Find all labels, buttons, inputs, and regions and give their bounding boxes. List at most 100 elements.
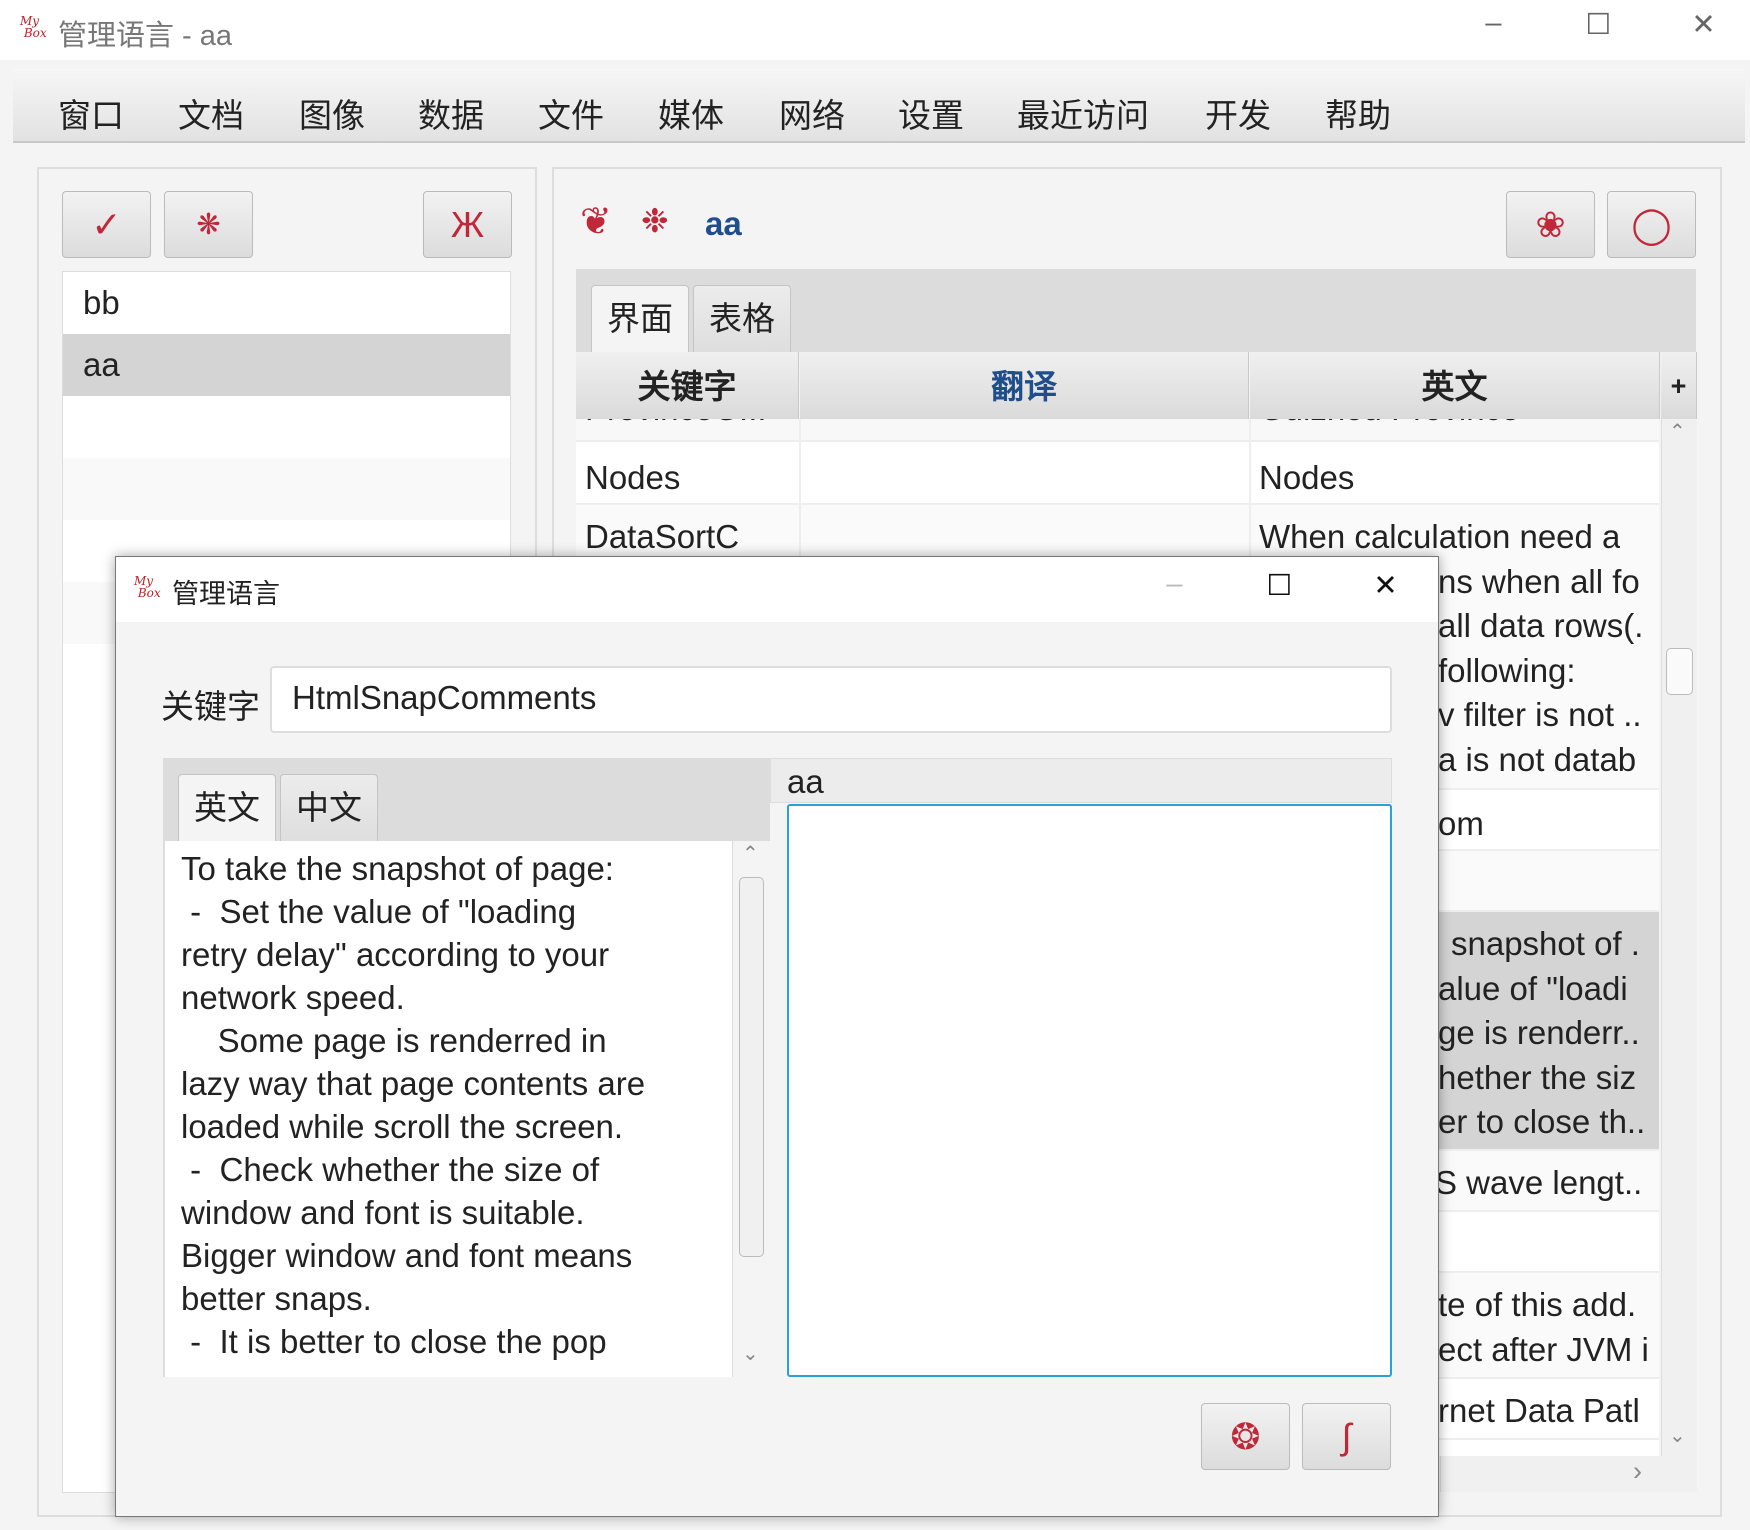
tab-interface[interactable]: 界面 xyxy=(591,285,689,352)
phoenix-icon: ❦ xyxy=(580,201,612,243)
dialog-title: 管理语言 xyxy=(172,579,280,609)
cell-english: v filter is not .. xyxy=(1438,696,1642,733)
pattern-button[interactable]: ❋ xyxy=(164,191,253,258)
cell-english: om xyxy=(1438,805,1484,842)
translation-header: aa xyxy=(770,758,1392,803)
cell-english: te of this add. xyxy=(1438,1286,1637,1323)
scroll-down-icon[interactable]: ⌄ xyxy=(1669,1423,1686,1448)
menu-window[interactable]: 窗口 xyxy=(58,89,124,137)
cell-english: snapshot of . xyxy=(1451,925,1640,962)
cell-english: all data rows(. xyxy=(1438,607,1644,644)
dialog-tab-header: 英文 中文 xyxy=(163,758,770,841)
close-button[interactable]: ✕ xyxy=(1681,7,1726,42)
cell-key: DataSortC xyxy=(585,518,740,555)
cell-english: S wave lengt.. xyxy=(1435,1164,1643,1201)
maximize-button[interactable]: ☐ xyxy=(1576,7,1621,42)
manage-language-dialog: My Box 管理语言 – ☐ ✕ 关键字 HtmlSnapComments 英… xyxy=(115,556,1439,1517)
text-line: lazy way that page contents are xyxy=(181,1065,646,1102)
cell-english: er to close th.. xyxy=(1438,1103,1646,1140)
cell-key: ProvinceG... xyxy=(585,419,767,431)
window-title: 管理语言 - aa xyxy=(58,20,233,52)
dialog-minimize-button[interactable]: – xyxy=(1152,568,1197,601)
spiral-icon: ❂ xyxy=(1230,1415,1261,1457)
dialog-ok-button[interactable]: ❂ xyxy=(1201,1403,1290,1470)
tab-english[interactable]: 英文 xyxy=(178,774,276,841)
cell-key: Nodes xyxy=(585,459,681,496)
scrollbar-thumb[interactable] xyxy=(1666,648,1693,695)
list-item-selected[interactable]: aa xyxy=(63,334,510,396)
flower-button[interactable]: ❀ xyxy=(1506,191,1595,258)
english-text-area[interactable]: To take the snapshot of page: - Set the … xyxy=(163,841,732,1377)
key-label: 关键字 xyxy=(161,688,260,725)
gourd-button[interactable]: ◯ xyxy=(1607,191,1696,258)
gourd-icon: ◯ xyxy=(1631,203,1672,245)
cell-english: ge is renderr.. xyxy=(1438,1014,1640,1051)
scroll-right-icon[interactable]: › xyxy=(1633,1456,1642,1487)
table-row[interactable]: Nodes Nodes xyxy=(576,444,1659,505)
checkmark-icon: ✓ xyxy=(91,203,122,245)
table-row[interactable]: ProvinceG... Guizhou Province xyxy=(576,419,1659,442)
menu-settings[interactable]: 设置 xyxy=(898,89,964,137)
add-column-button[interactable]: + xyxy=(1661,352,1697,419)
scroll-up-icon[interactable]: ⌃ xyxy=(1669,419,1686,444)
text-line: - Check whether the size of xyxy=(181,1151,600,1188)
translation-textarea[interactable] xyxy=(787,804,1392,1377)
list-item xyxy=(63,458,510,520)
column-key[interactable]: 关键字 xyxy=(576,352,799,419)
tab-header: 界面 表格 xyxy=(576,269,1696,352)
menu-bar: 窗口 文档 图像 数据 文件 媒体 网络 设置 最近访问 开发 帮助 xyxy=(13,69,1745,143)
dialog-maximize-button[interactable]: ☐ xyxy=(1257,568,1302,603)
table-horizontal-scrollbar[interactable]: › xyxy=(1440,1456,1697,1492)
translation-label: aa xyxy=(787,763,824,800)
text-line: Some page is renderred in xyxy=(181,1022,607,1059)
cell-english: rnet Data Patl xyxy=(1438,1392,1640,1429)
menu-file[interactable]: 文件 xyxy=(538,89,604,137)
dialog-title-bar: My Box 管理语言 – ☐ ✕ xyxy=(116,557,1438,622)
menu-media[interactable]: 媒体 xyxy=(658,89,724,137)
cell-english: following: xyxy=(1438,652,1576,689)
text-line: window and font is suitable. xyxy=(181,1194,585,1231)
text-line: - Set the value of "loading xyxy=(181,893,577,930)
menu-image[interactable]: 图像 xyxy=(299,89,365,137)
key-input[interactable]: HtmlSnapComments xyxy=(270,666,1392,733)
app-logo: My Box xyxy=(20,14,47,40)
column-translation[interactable]: 翻译 xyxy=(800,352,1249,419)
text-line: Bigger window and font means xyxy=(181,1237,633,1274)
dialog-logo: My Box xyxy=(134,574,161,600)
text-line: retry delay" according to your xyxy=(181,936,610,973)
scrollbar-thumb[interactable] xyxy=(739,877,764,1257)
swirl-icon: Ж xyxy=(450,203,485,245)
fish-icon: ❉ xyxy=(641,202,669,239)
menu-data[interactable]: 数据 xyxy=(418,89,484,137)
text-line: To take the snapshot of page: xyxy=(181,850,614,887)
flower-icon: ❀ xyxy=(1535,203,1566,245)
ok-button[interactable]: ✓ xyxy=(62,191,151,258)
minimize-button[interactable]: – xyxy=(1471,7,1516,40)
cell-english: alue of "loadi xyxy=(1438,970,1628,1007)
menu-help[interactable]: 帮助 xyxy=(1325,89,1391,137)
scroll-up-icon[interactable]: ⌃ xyxy=(742,841,759,866)
english-text-scrollbar[interactable]: ⌃ ⌄ xyxy=(732,841,770,1377)
scroll-down-icon[interactable]: ⌄ xyxy=(742,1341,759,1366)
table-vertical-scrollbar[interactable]: ⌃ ⌄ xyxy=(1661,419,1697,1456)
cell-english: hether the siz xyxy=(1438,1059,1637,1096)
menu-document[interactable]: 文档 xyxy=(178,89,244,137)
menu-network[interactable]: 网络 xyxy=(779,89,845,137)
menu-develop[interactable]: 开发 xyxy=(1205,89,1271,137)
cell-english: When calculation need a xyxy=(1259,518,1621,555)
cell-english: Nodes xyxy=(1259,459,1355,496)
tab-table[interactable]: 表格 xyxy=(693,285,791,352)
text-line: better snaps. xyxy=(181,1280,372,1317)
cell-english: a is not datab xyxy=(1438,741,1637,778)
tab-chinese[interactable]: 中文 xyxy=(280,774,378,841)
cell-english: ns when all fo xyxy=(1438,563,1640,600)
language-name: aa xyxy=(705,205,742,242)
dialog-cancel-button[interactable]: ∫ xyxy=(1302,1403,1391,1470)
text-line: loaded while scroll the screen. xyxy=(181,1108,624,1145)
title-bar: My Box 管理语言 - aa – ☐ ✕ xyxy=(0,0,1750,60)
column-english[interactable]: 英文 xyxy=(1250,352,1660,419)
menu-recent[interactable]: 最近访问 xyxy=(1017,89,1149,137)
refresh-button[interactable]: Ж xyxy=(423,191,512,258)
list-item[interactable]: bb xyxy=(63,272,510,334)
dialog-close-button[interactable]: ✕ xyxy=(1363,568,1408,603)
